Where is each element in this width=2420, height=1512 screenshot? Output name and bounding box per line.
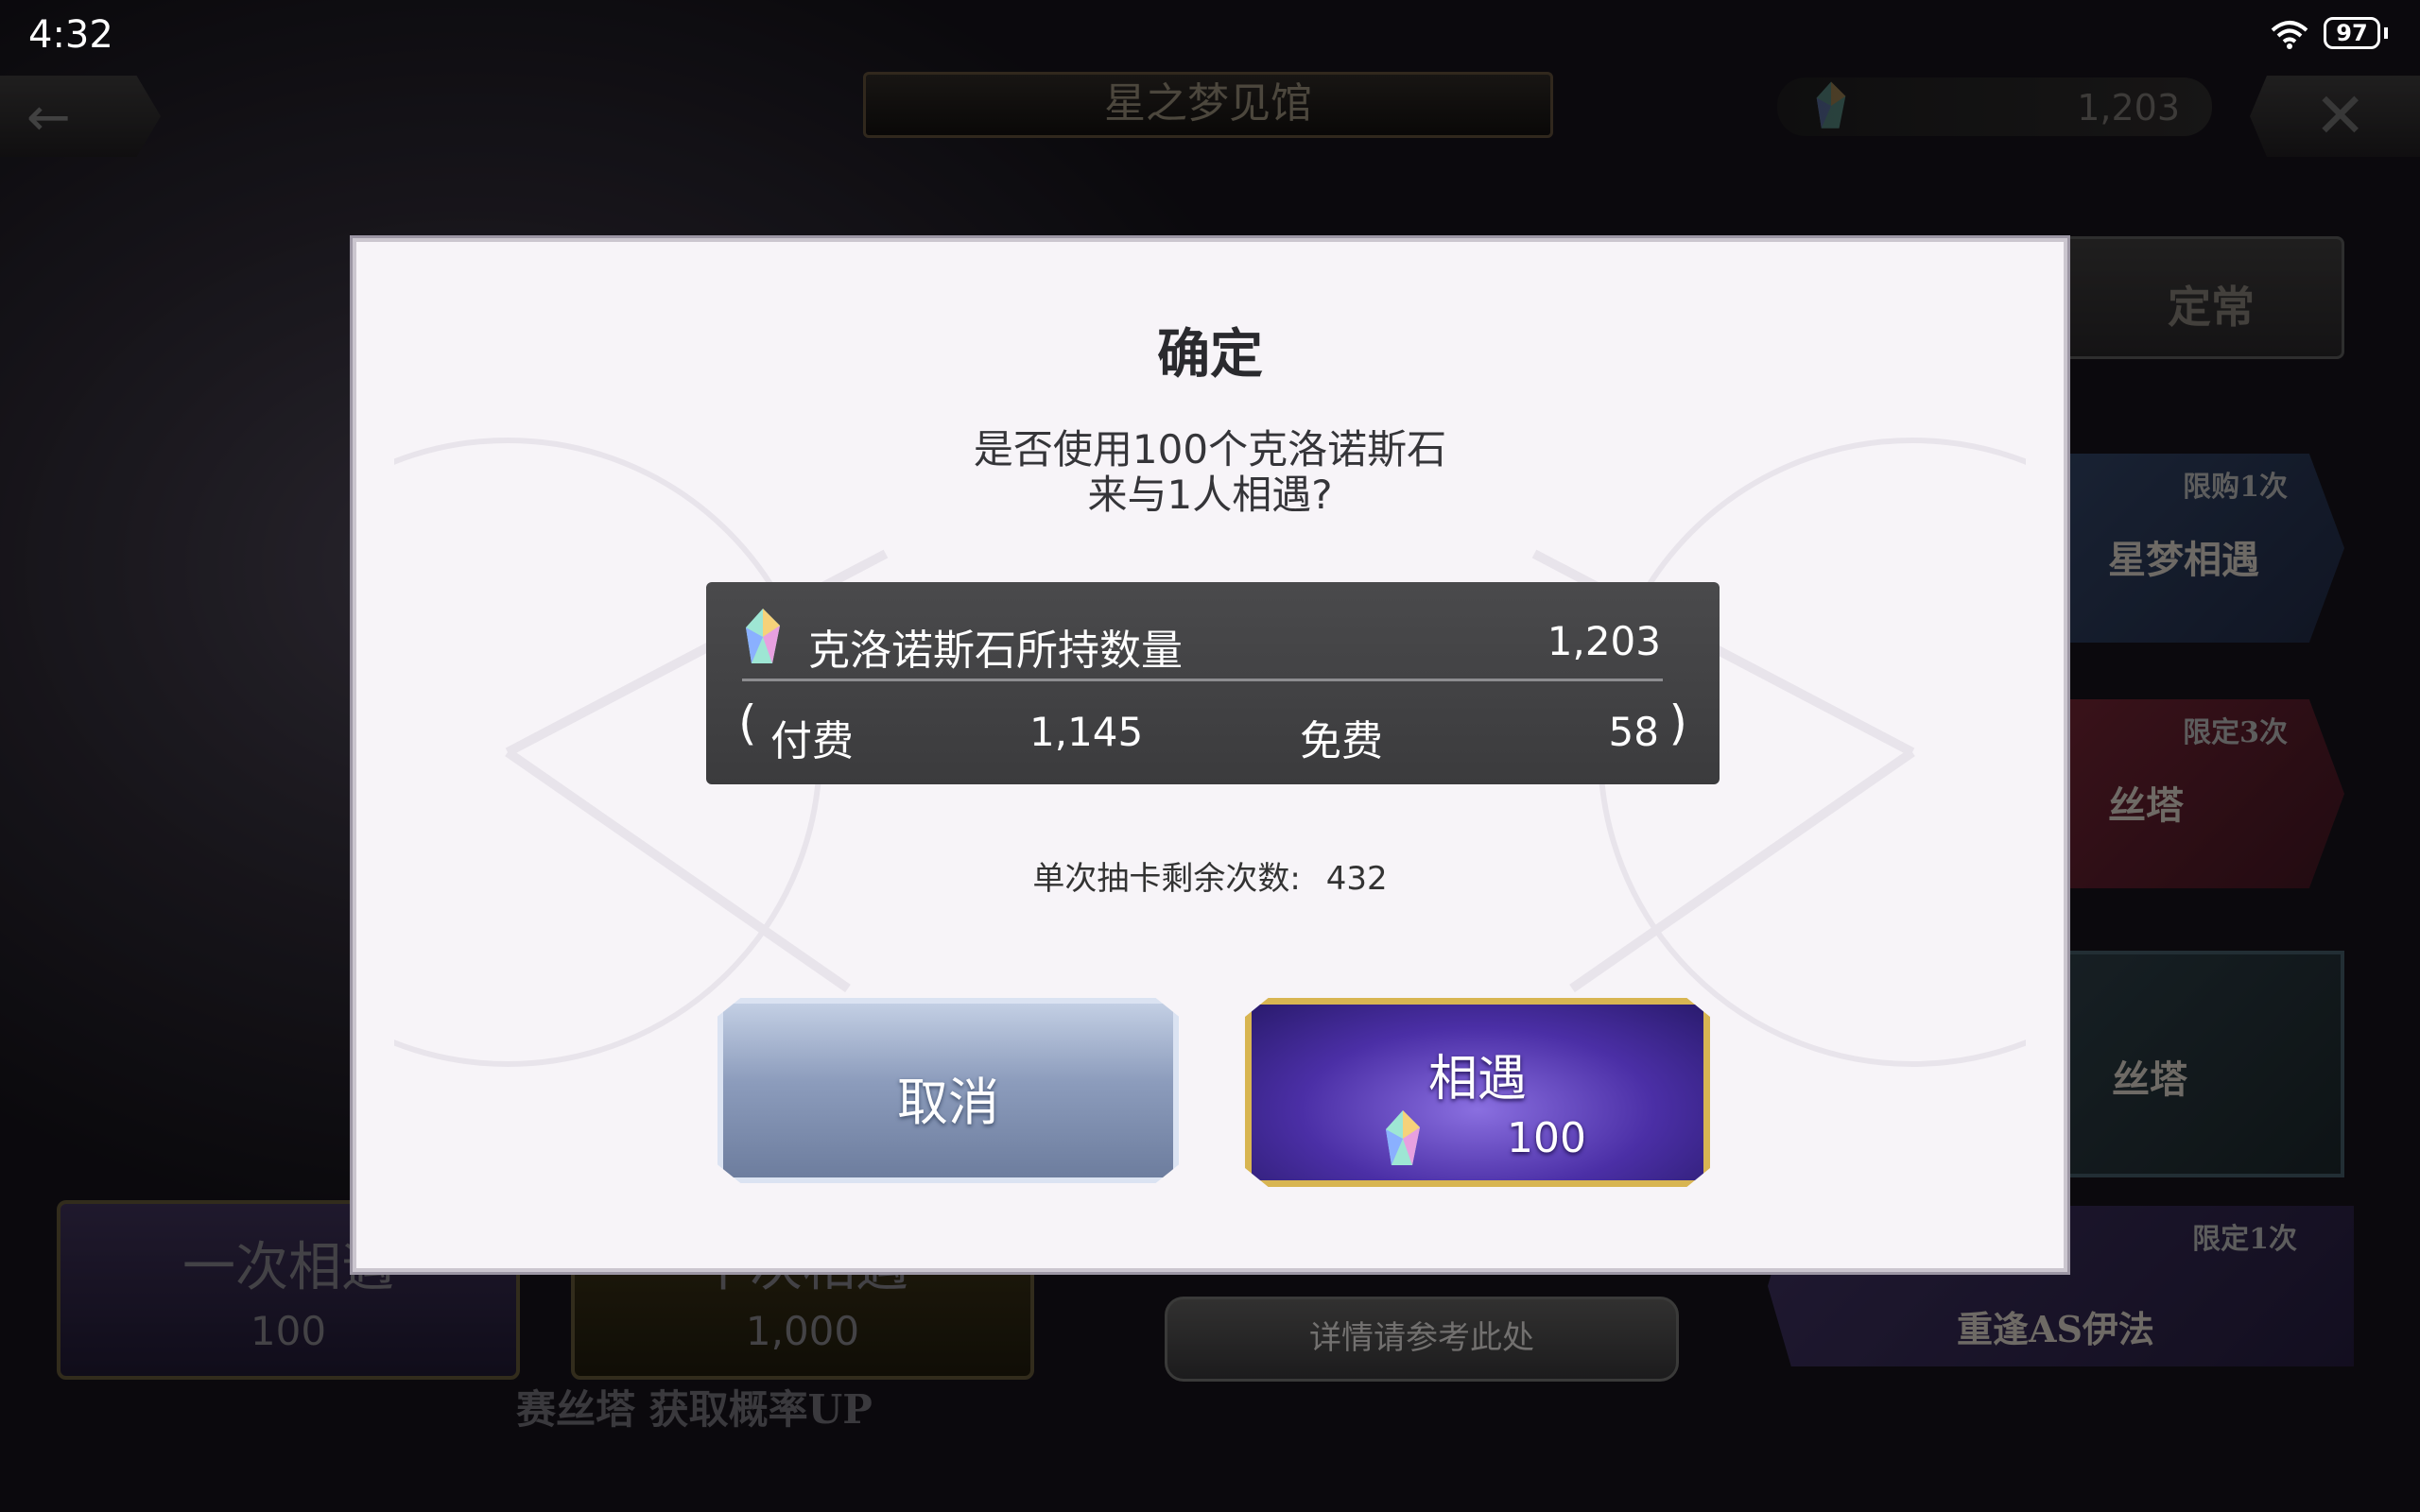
battery-tip: [2384, 27, 2388, 39]
balance-label: 克洛诺斯石所持数量: [808, 627, 1183, 675]
balance-total-row: 克洛诺斯石所持数量 1,203: [706, 582, 1720, 680]
crystal-icon: [1386, 1110, 1420, 1165]
paid-value: 1,145: [1029, 709, 1144, 755]
encounter-cost: 100: [1507, 1114, 1586, 1162]
free-label: 免费: [1300, 717, 1383, 765]
dialog-message-line2: 来与1人相遇?: [1087, 472, 1333, 518]
free-value: 58: [1608, 709, 1659, 755]
balance-breakdown-row: ( 付费 1,145 免费 58 ): [706, 686, 1720, 781]
remaining-label: 单次抽卡剩余次数:: [1032, 860, 1301, 898]
balance-panel: 克洛诺斯石所持数量 1,203 ( 付费 1,145 免费 58 ): [706, 582, 1720, 784]
paid-label: 付费: [770, 717, 854, 765]
crystal-icon: [746, 609, 780, 663]
dialog-message-line1: 是否使用100个克洛诺斯石: [973, 426, 1447, 472]
remaining-pulls: 单次抽卡剩余次数: 432: [356, 852, 2064, 899]
balance-total: 1,203: [1547, 618, 1661, 664]
wifi-icon: [2271, 21, 2308, 49]
remaining-value: 432: [1325, 860, 1388, 898]
status-icons: 97: [2269, 17, 2388, 49]
encounter-label: 相遇: [1427, 1051, 1527, 1108]
cancel-button[interactable]: 取消: [717, 998, 1179, 1183]
battery-icon: 97: [2324, 17, 2380, 49]
dialog-title: 确定: [1157, 324, 1263, 386]
cancel-label: 取消: [897, 1073, 999, 1132]
dialog-message: 是否使用100个克洛诺斯石 来与1人相遇?: [356, 427, 2064, 518]
balance-divider: [742, 679, 1663, 681]
close-paren: ): [1668, 696, 1687, 750]
encounter-button[interactable]: 相遇 100: [1245, 998, 1710, 1187]
open-paren: (: [738, 696, 757, 750]
status-time: 4:32: [28, 13, 113, 57]
confirm-dialog: 确定 是否使用100个克洛诺斯石 来与1人相遇? 克洛诺斯石所持数量 1,203…: [353, 238, 2067, 1272]
